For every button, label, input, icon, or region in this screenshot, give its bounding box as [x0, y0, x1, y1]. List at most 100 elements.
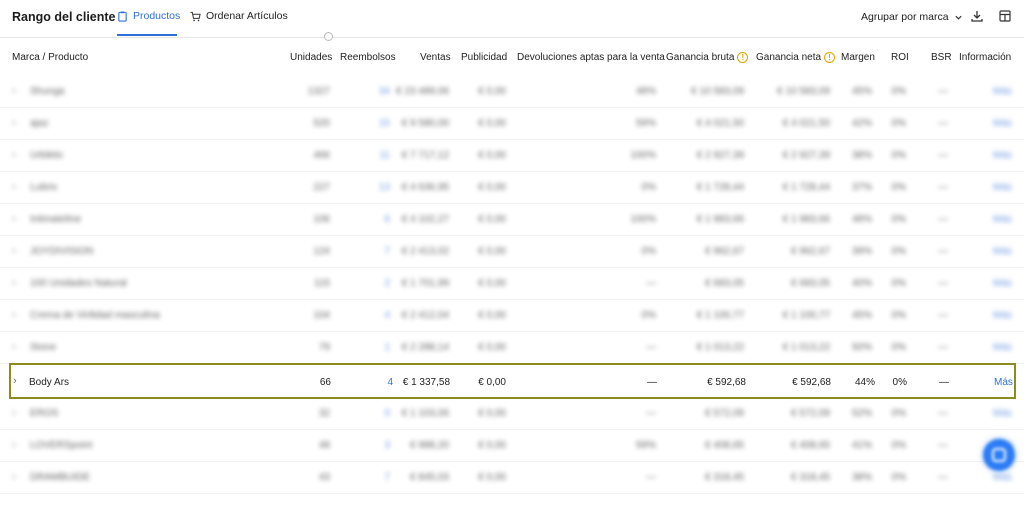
- col-returns[interactable]: Devoluciones aptas para la venta: [517, 52, 665, 63]
- col-sales[interactable]: Ventas: [420, 52, 451, 63]
- col-units[interactable]: Unidades: [290, 52, 332, 63]
- warning-icon[interactable]: !: [824, 52, 836, 63]
- table-row[interactable]: › Crema de Virilidad masculina 104 4 € 2 412…: [0, 300, 1024, 332]
- col-margin[interactable]: Margen: [841, 52, 875, 63]
- more-link[interactable]: Más: [993, 246, 1012, 257]
- roi-value: 0%: [891, 278, 906, 289]
- table-row[interactable]: › ajaz 520 15 € 9 580,00 € 0,00 59% € 4 021,50 €…: [0, 108, 1024, 140]
- roi-value: 0%: [891, 342, 906, 353]
- col-roi[interactable]: ROI: [891, 52, 909, 63]
- bsr-value: —: [938, 182, 948, 193]
- top-bar: Rango del cliente Productos Ordenar Artí…: [0, 0, 1024, 38]
- product-name: JOYDIVISION: [30, 246, 94, 257]
- gross-profit-value: € 1 983,66: [696, 214, 744, 225]
- chevron-right-icon[interactable]: ›: [12, 439, 20, 451]
- chevron-right-icon[interactable]: ›: [12, 341, 20, 353]
- more-link[interactable]: Más: [993, 182, 1012, 193]
- refunds-link[interactable]: 34: [370, 86, 390, 97]
- refunds-link[interactable]: 7: [370, 472, 390, 483]
- chevron-right-icon[interactable]: ›: [13, 375, 21, 387]
- table-row[interactable]: › 100 Unidades Natural 115 2 € 1 701,99 € 0,0…: [0, 268, 1024, 300]
- table-row-highlighted[interactable]: › Body Ars 66 4 € 1 337,58 € 0,00 — € 59…: [9, 363, 1016, 399]
- table-row[interactable]: › Stone 79 1 € 2 288,14 € 0,00 — € 1 013,22 € 1 …: [0, 332, 1024, 364]
- chevron-right-icon[interactable]: ›: [12, 213, 20, 225]
- more-link[interactable]: Más: [993, 86, 1012, 97]
- refunds-link[interactable]: 7: [370, 246, 390, 257]
- margin-value: 38%: [851, 472, 872, 483]
- col-product[interactable]: Marca / Producto: [12, 52, 88, 63]
- more-link[interactable]: Más: [993, 150, 1012, 161]
- refunds-link[interactable]: 11: [370, 150, 390, 161]
- table-row[interactable]: › LOVERSpoint 48 3 € 988,20 € 0,00 59% € 408,65…: [0, 430, 1024, 462]
- ads-value: € 0,00: [478, 182, 506, 193]
- columns-settings-icon[interactable]: [998, 9, 1012, 23]
- group-by-label: Agrupar por marca: [861, 11, 949, 23]
- tab-products[interactable]: Productos: [117, 10, 180, 22]
- table-row[interactable]: › Shunga 1327 34 € 23 489,06 € 0,00 48% € 10 58…: [0, 76, 1024, 108]
- refunds-link[interactable]: 3: [370, 440, 390, 451]
- chevron-right-icon[interactable]: ›: [12, 181, 20, 193]
- col-net-profit[interactable]: Ganancia neta !: [756, 52, 836, 63]
- net-profit-value: € 318,45: [791, 472, 830, 483]
- tab-order-items[interactable]: Ordenar Artículos: [190, 10, 288, 22]
- refunds-link[interactable]: 0: [370, 408, 390, 419]
- refunds-link[interactable]: 1: [370, 342, 390, 353]
- more-link[interactable]: Más: [993, 310, 1012, 321]
- chevron-right-icon[interactable]: ›: [12, 117, 20, 129]
- chevron-right-icon[interactable]: ›: [12, 149, 20, 161]
- chevron-right-icon[interactable]: ›: [12, 309, 20, 321]
- sales-value: € 988,20: [410, 440, 449, 451]
- chevron-right-icon[interactable]: ›: [12, 85, 20, 97]
- units-value: 466: [313, 150, 330, 161]
- col-ads[interactable]: Publicidad: [461, 52, 507, 63]
- chevron-right-icon[interactable]: ›: [12, 245, 20, 257]
- refunds-link[interactable]: 4: [377, 377, 393, 388]
- refunds-link[interactable]: 2: [370, 278, 390, 289]
- more-link[interactable]: Más: [993, 408, 1012, 419]
- roi-value: 0%: [891, 86, 906, 97]
- chevron-right-icon[interactable]: ›: [12, 407, 20, 419]
- col-net-profit-label: Ganancia neta: [756, 52, 822, 63]
- table-header: Marca / Producto Unidades Reembolsos Ven…: [0, 38, 1024, 74]
- gross-profit-value: € 962,67: [705, 246, 744, 257]
- margin-value: 42%: [851, 118, 872, 129]
- margin-value: 44%: [854, 377, 875, 388]
- sort-indicator-icon[interactable]: [324, 32, 333, 41]
- cart-icon: [190, 11, 201, 21]
- table-row[interactable]: › Lubrix 227 13 € 4 636,95 € 0,00 0% € 1 728,44…: [0, 172, 1024, 204]
- col-bsr[interactable]: BSR: [931, 52, 952, 63]
- download-icon[interactable]: [970, 9, 984, 23]
- roi-value: 0%: [891, 408, 906, 419]
- returns-value: —: [646, 408, 656, 419]
- more-link[interactable]: Más: [993, 342, 1012, 353]
- chevron-right-icon[interactable]: ›: [12, 277, 20, 289]
- table-row[interactable]: › DRAMBUIDE 43 7 € 845,03 € 0,00 — € 318,45 € 31…: [0, 462, 1024, 494]
- chat-support-button[interactable]: [983, 439, 1015, 471]
- warning-icon[interactable]: !: [737, 52, 749, 63]
- net-profit-value: € 408,65: [791, 440, 830, 451]
- refunds-link[interactable]: 4: [370, 310, 390, 321]
- more-link[interactable]: Más: [993, 214, 1012, 225]
- table-row[interactable]: › JOYDIVISION 124 7 € 2 413,02 € 0,00 0% € 962,…: [0, 236, 1024, 268]
- refunds-link[interactable]: 13: [370, 182, 390, 193]
- more-link[interactable]: Más: [993, 278, 1012, 289]
- col-gross-profit-label: Ganancia bruta: [666, 52, 735, 63]
- table-row[interactable]: › Urbiktic 466 11 € 7 717,12 € 0,00 100% € 2 92…: [0, 140, 1024, 172]
- bsr-value: —: [939, 377, 949, 388]
- refunds-link[interactable]: 15: [370, 118, 390, 129]
- more-link[interactable]: Más: [994, 377, 1013, 388]
- refunds-link[interactable]: 6: [370, 214, 390, 225]
- group-by-dropdown[interactable]: Agrupar por marca: [861, 11, 963, 23]
- more-link[interactable]: Más: [993, 472, 1012, 483]
- margin-value: 45%: [851, 86, 872, 97]
- clipboard-icon: [118, 10, 127, 22]
- col-gross-profit[interactable]: Ganancia bruta !: [666, 52, 749, 63]
- more-link[interactable]: Más: [993, 118, 1012, 129]
- chevron-right-icon[interactable]: ›: [12, 471, 20, 483]
- col-refunds[interactable]: Reembolsos: [340, 52, 396, 63]
- table-row[interactable]: › Intimateline 106 6 € 4 102,27 € 0,00 100% € 1…: [0, 204, 1024, 236]
- table-row[interactable]: › EROS 32 0 € 1 103,06 € 0,00 — € 572,09 € 572,0…: [0, 398, 1024, 430]
- tab-products-label: Productos: [133, 10, 181, 22]
- returns-value: 0%: [641, 310, 656, 321]
- sales-value: € 845,03: [410, 472, 449, 483]
